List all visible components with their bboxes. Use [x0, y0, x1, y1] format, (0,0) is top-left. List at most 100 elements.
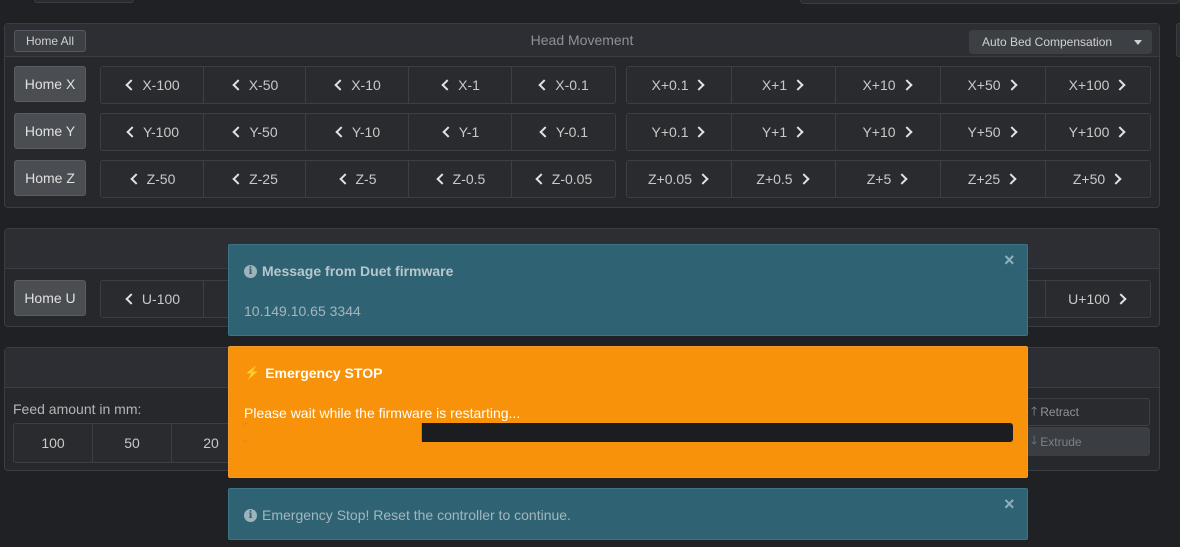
chevron-right-icon — [1005, 126, 1018, 138]
move-minus-button[interactable]: Y-1 — [409, 114, 512, 150]
firmware-message-title-text: Message from Duet firmware — [262, 263, 454, 279]
firmware-message-alert: i Message from Duet firmware 10.149.10.65… — [228, 244, 1028, 336]
feed-100-button[interactable]: 100 — [14, 424, 93, 462]
move-label: X+0.1 — [651, 77, 689, 93]
move-label: X-100 — [142, 77, 180, 93]
feed-50-button[interactable]: 50 — [93, 424, 172, 462]
move-minus-button[interactable]: Z-25 — [204, 161, 306, 197]
caret-down-icon — [1134, 39, 1142, 45]
retract-button[interactable]: 🡑 Retract — [1022, 398, 1150, 426]
chevron-left-icon — [535, 173, 547, 185]
u-minus-next-button[interactable] — [204, 281, 231, 317]
emergency-info-text: Emergency Stop! Reset the controller to … — [262, 507, 571, 523]
move-label: Y-0.1 — [555, 124, 589, 140]
move-label: X+1 — [761, 77, 788, 93]
move-label: Z-5 — [355, 171, 377, 187]
plus-button-group: X+0.1 X+1 X+10 X+50 X+100 — [626, 66, 1151, 104]
move-label: Y+10 — [862, 124, 896, 140]
emergency-stop-title: ⚡ Emergency STOP — [244, 365, 382, 381]
chevron-left-icon — [335, 126, 347, 138]
chevron-left-icon — [441, 79, 453, 91]
move-minus-button[interactable]: X-10 — [306, 67, 409, 103]
move-label: X-1 — [458, 77, 480, 93]
emergency-info-alert: i Emergency Stop! Reset the controller to… — [228, 488, 1028, 540]
chevron-left-icon — [232, 79, 244, 91]
chevron-left-icon — [232, 126, 245, 138]
move-plus-button[interactable]: X+100 — [1046, 67, 1150, 103]
emergency-stop-title-text: Emergency STOP — [265, 365, 383, 381]
chevron-left-icon — [538, 79, 550, 91]
move-minus-button[interactable]: Z-0.05 — [512, 161, 614, 197]
move-plus-button[interactable]: Z+25 — [941, 161, 1046, 197]
move-minus-button[interactable]: Z-5 — [306, 161, 409, 197]
move-minus-button[interactable]: X-0.1 — [512, 67, 614, 103]
u-minus-100-button[interactable]: U-100 — [101, 281, 204, 317]
top-panel-fragment-right — [800, 0, 1180, 4]
minus-button-group: Z-50 Z-25 Z-5 Z-0.5 Z-0.05 — [100, 160, 616, 198]
info-icon: i — [244, 508, 257, 522]
right-edge-panel-fragment — [1176, 23, 1180, 57]
home-all-button[interactable]: Home All — [14, 30, 86, 52]
home-y-button[interactable]: Home Y — [14, 113, 86, 149]
u-plus-100-button[interactable]: U+100 — [1046, 281, 1150, 317]
move-label: Z+0.05 — [648, 171, 692, 187]
move-minus-button[interactable]: Y-50 — [204, 114, 306, 150]
move-label: X+100 — [1068, 77, 1110, 93]
move-minus-button[interactable]: X-50 — [204, 67, 306, 103]
move-plus-button[interactable]: Z+0.5 — [732, 161, 836, 197]
chevron-left-icon — [338, 173, 351, 185]
retract-label: Retract — [1040, 405, 1079, 419]
move-label: Z-25 — [249, 171, 278, 187]
emergency-stop-body: Please wait while the firmware is restar… — [244, 405, 521, 421]
home-z-button[interactable]: Home Z — [14, 160, 86, 196]
move-plus-button[interactable]: Y+100 — [1046, 114, 1150, 150]
u-plus-100-label: U+100 — [1068, 291, 1110, 307]
move-plus-button[interactable]: Z+50 — [1046, 161, 1150, 197]
restart-progress-bar — [244, 423, 1013, 442]
chevron-left-icon — [442, 126, 454, 138]
move-minus-button[interactable]: X-1 — [409, 67, 512, 103]
move-plus-button[interactable]: Z+5 — [836, 161, 941, 197]
close-icon[interactable]: × — [1004, 494, 1015, 515]
move-minus-button[interactable]: Y-10 — [306, 114, 409, 150]
chevron-right-icon — [1114, 79, 1127, 91]
extrude-button[interactable]: 🡓 Extrude — [1022, 427, 1150, 456]
emergency-info-body: i Emergency Stop! Reset the controller to… — [244, 507, 571, 523]
auto-bed-dropdown-toggle[interactable] — [1125, 31, 1151, 53]
move-plus-button[interactable]: Y+0.1 — [627, 114, 732, 150]
chevron-right-icon — [1115, 293, 1127, 305]
move-minus-button[interactable]: Z-50 — [101, 161, 204, 197]
move-plus-button[interactable]: Y+50 — [941, 114, 1046, 150]
move-plus-button[interactable]: Y+1 — [732, 114, 836, 150]
move-label: Z-0.05 — [551, 171, 593, 187]
chevron-right-icon — [1005, 173, 1017, 185]
top-panel-fragment-left — [34, 0, 134, 3]
chevron-right-icon — [792, 126, 804, 138]
home-u-button[interactable]: Home U — [14, 280, 86, 316]
chevron-left-icon — [125, 293, 137, 305]
move-label: X-50 — [248, 77, 279, 93]
move-minus-button[interactable]: Y-0.1 — [512, 114, 614, 150]
move-plus-button[interactable]: X+10 — [836, 67, 941, 103]
move-minus-button[interactable]: X-100 — [101, 67, 204, 103]
feed-amount-group: 100 50 20 — [13, 423, 251, 463]
move-minus-button[interactable]: Y-100 — [101, 114, 204, 150]
move-plus-button[interactable]: X+0.1 — [627, 67, 732, 103]
chevron-right-icon — [693, 79, 706, 91]
info-icon: i — [244, 264, 257, 278]
auto-bed-compensation-button[interactable]: Auto Bed Compensation — [970, 31, 1125, 53]
u-plus-group: U+100 — [1020, 280, 1151, 318]
move-plus-button[interactable]: X+1 — [732, 67, 836, 103]
home-x-button[interactable]: Home X — [14, 66, 86, 102]
u-minus-100-label: U-100 — [141, 291, 181, 307]
chevron-right-icon — [797, 173, 810, 185]
chevron-right-icon — [900, 79, 913, 91]
move-minus-button[interactable]: Z-0.5 — [409, 161, 512, 197]
move-label: Z+50 — [1072, 171, 1106, 187]
move-label: Y-50 — [249, 124, 278, 140]
move-plus-button[interactable]: Z+0.05 — [627, 161, 732, 197]
chevron-right-icon — [1114, 126, 1127, 138]
close-icon[interactable]: × — [1004, 250, 1015, 271]
move-plus-button[interactable]: X+50 — [941, 67, 1046, 103]
move-plus-button[interactable]: Y+10 — [836, 114, 941, 150]
